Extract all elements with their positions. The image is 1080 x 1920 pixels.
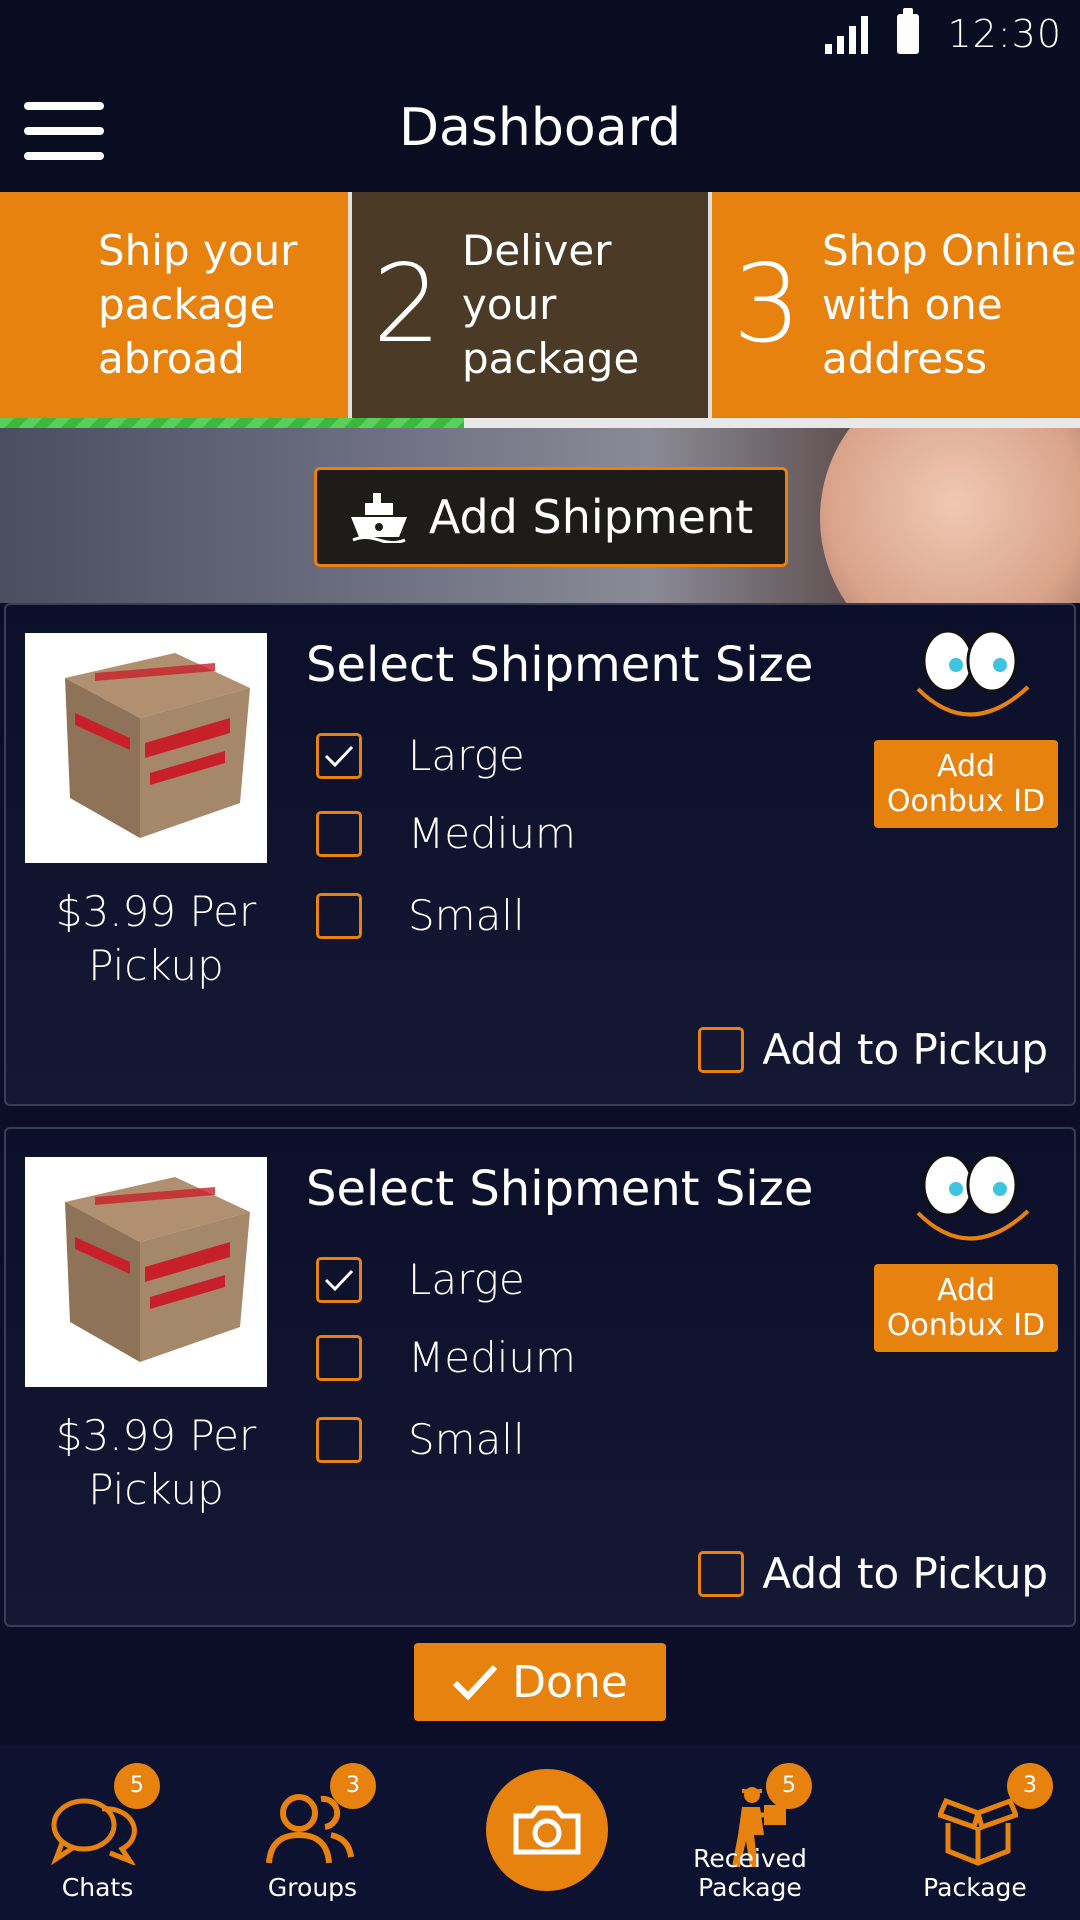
size-option-label: Medium: [408, 1333, 576, 1382]
step-number: 3: [732, 242, 802, 367]
checkbox-add-to-pickup[interactable]: [698, 1026, 745, 1073]
size-option-small[interactable]: Small: [316, 1415, 525, 1464]
step-number: 2: [372, 242, 442, 367]
step-deliver-package[interactable]: 2 Deliver your package: [352, 192, 708, 418]
size-option-small[interactable]: Small: [316, 891, 525, 940]
add-to-pickup-label: Add to Pickup: [762, 1025, 1048, 1074]
nav-received-package[interactable]: 5 Received Package: [640, 1745, 860, 1920]
add-shipment-button[interactable]: Add Shipment: [314, 467, 788, 567]
size-option-large[interactable]: Large: [316, 731, 525, 780]
checkmark-icon: [324, 745, 354, 767]
ship-icon: [350, 493, 407, 543]
nav-label: Received Package: [693, 1844, 807, 1902]
size-option-large[interactable]: Large: [316, 1255, 525, 1304]
notification-badge: 5: [114, 1763, 160, 1809]
done-label: Done: [512, 1656, 628, 1708]
nav-groups[interactable]: 3 Groups: [215, 1745, 410, 1920]
shipment-card: $3.99 Per Pickup Select Shipment Size La…: [4, 603, 1076, 1106]
app-bar: Dashboard: [0, 68, 1080, 192]
checkmark-icon: [452, 1664, 498, 1701]
add-to-pickup[interactable]: Add to Pickup: [698, 1025, 1048, 1074]
add-oonbux-id-button[interactable]: Add Oonbux ID: [874, 1264, 1058, 1352]
status-bar: 12:30: [0, 0, 1080, 68]
price-label: $3.99 Per Pickup: [55, 887, 257, 990]
nav-label: Chats: [61, 1873, 134, 1902]
size-option-label: Large: [408, 731, 525, 780]
checkbox-add-to-pickup[interactable]: [698, 1550, 745, 1597]
steps-bar: Ship your package abroad 2 Deliver your …: [0, 192, 1080, 418]
size-option-label: Medium: [408, 809, 576, 858]
open-box-icon: [938, 1797, 1018, 1866]
shipment-card: $3.99 Per Pickup Select Shipment Size La…: [4, 1127, 1076, 1627]
page-title: Dashboard: [398, 98, 682, 158]
add-to-pickup-label: Add to Pickup: [762, 1549, 1048, 1598]
notification-badge: 3: [1007, 1763, 1053, 1809]
checkmark-icon: [324, 1269, 354, 1291]
nav-label: Groups: [267, 1873, 358, 1902]
signal-icon: [825, 14, 869, 54]
add-shipment-label: Add Shipment: [428, 490, 754, 544]
notification-badge: 5: [766, 1763, 812, 1809]
nav-label: Package: [923, 1873, 1027, 1902]
step-label: Deliver your package: [462, 226, 640, 383]
add-oonbux-id-button[interactable]: Add Oonbux ID: [874, 740, 1058, 828]
size-option-medium[interactable]: Medium: [316, 1333, 576, 1382]
done-button[interactable]: Done: [414, 1643, 666, 1721]
step-shop-online[interactable]: 3 Shop Online with one address: [712, 192, 1080, 418]
nav-package[interactable]: 3 Package: [880, 1745, 1070, 1920]
smiley-icon: [916, 1153, 1030, 1241]
smiley-icon: [916, 629, 1030, 717]
checkbox-medium[interactable]: [316, 810, 362, 857]
size-option-label: Small: [408, 891, 525, 940]
size-option-medium[interactable]: Medium: [316, 809, 576, 858]
checkbox-large[interactable]: [316, 1256, 362, 1303]
step-ship-abroad[interactable]: Ship your package abroad: [0, 192, 348, 418]
camera-button[interactable]: [486, 1769, 608, 1891]
status-time: 12:30: [947, 12, 1062, 56]
surprise-box-image: [25, 633, 267, 863]
battery-icon: [897, 8, 920, 54]
add-to-pickup[interactable]: Add to Pickup: [698, 1549, 1048, 1598]
progress-fill: [0, 418, 465, 428]
checkbox-small[interactable]: [316, 1416, 362, 1463]
hero-photo: [820, 428, 1080, 603]
progress-bar: [0, 418, 1080, 428]
camera-icon: [513, 1805, 581, 1855]
checkbox-large[interactable]: [316, 732, 362, 779]
notification-badge: 3: [330, 1763, 376, 1809]
shipment-size-title: Select Shipment Size: [306, 1161, 814, 1217]
step-label: Shop Online with one address: [822, 226, 1077, 383]
price-label: $3.99 Per Pickup: [55, 1411, 257, 1514]
shipment-size-title: Select Shipment Size: [306, 637, 814, 693]
checkbox-small[interactable]: [316, 892, 362, 939]
surprise-box-image: [25, 1157, 267, 1387]
checkbox-medium[interactable]: [316, 1334, 362, 1381]
nav-chats[interactable]: 5 Chats: [0, 1745, 195, 1920]
size-option-label: Small: [408, 1415, 525, 1464]
step-label: Ship your package abroad: [98, 226, 298, 383]
size-option-label: Large: [408, 1255, 525, 1304]
bottom-nav: 5 Chats 3 Groups 5 Received Package 3 Pa…: [0, 1745, 1080, 1920]
